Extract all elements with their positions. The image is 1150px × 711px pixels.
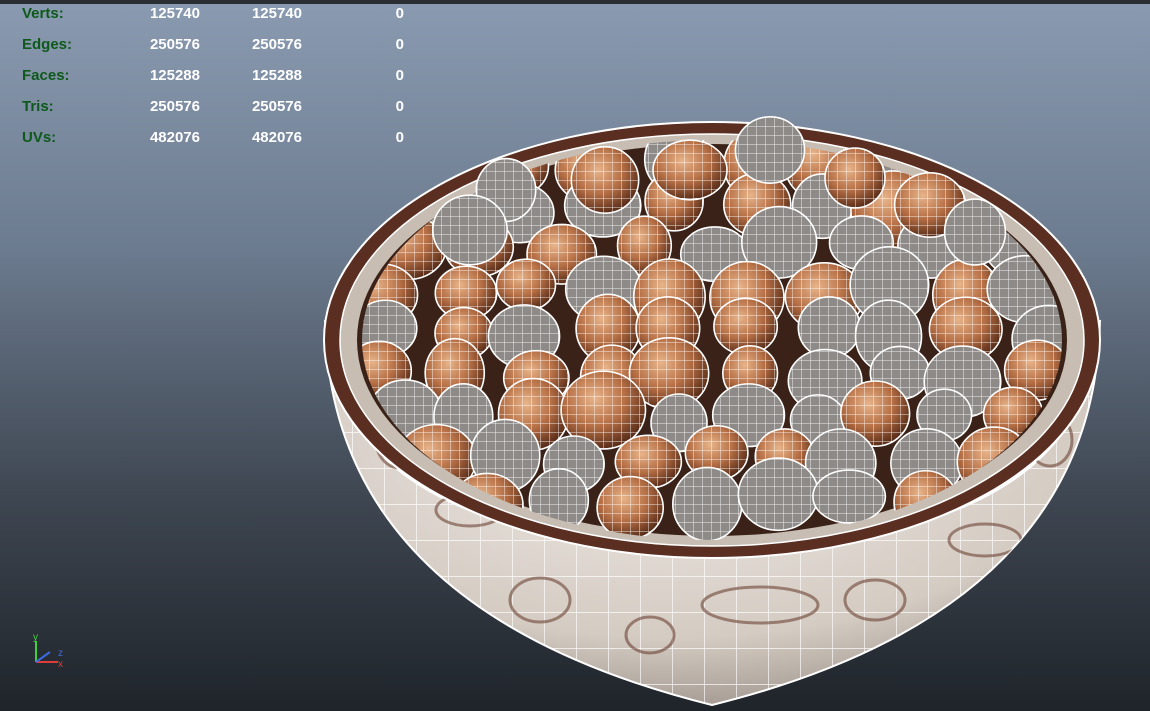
hazelnut-mesh — [943, 198, 1007, 266]
hazelnut-mesh — [797, 296, 861, 359]
hazelnut-mesh — [652, 139, 728, 201]
axis-gizmo: y x z — [33, 632, 63, 670]
hazelnut-mesh — [824, 147, 886, 209]
hazelnut-mesh — [596, 475, 665, 540]
viewport-3d-canvas[interactable]: y x z — [0, 0, 1150, 711]
hazelnut-mesh — [672, 466, 743, 540]
axis-y-label: y — [33, 632, 38, 643]
axis-x-label: x — [58, 659, 63, 670]
hazelnut-mesh — [812, 469, 887, 524]
hazelnut-mesh — [432, 194, 508, 266]
hazelnut-mesh — [734, 116, 806, 184]
axis-z-label: z — [58, 648, 63, 659]
hazelnut-mesh — [495, 258, 557, 312]
hazelnut-mesh — [570, 145, 640, 215]
hazelnut-mesh — [737, 457, 820, 532]
